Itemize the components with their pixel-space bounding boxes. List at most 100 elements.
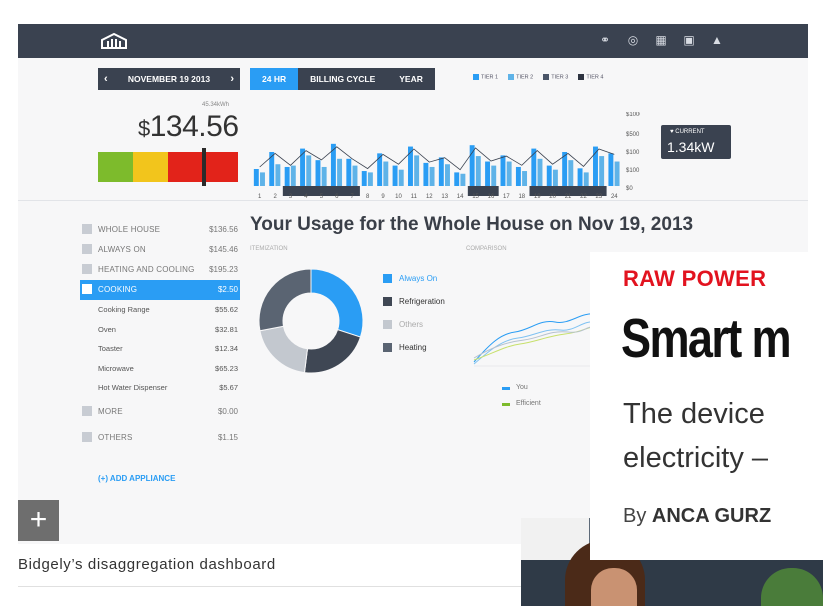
sidebar-subitem[interactable]: Toaster $12.34 bbox=[80, 339, 240, 359]
legend-item-efficient: Efficient bbox=[502, 400, 541, 416]
sidebar-item-heating-cooling[interactable]: HEATING AND COOLING $195.23 bbox=[80, 260, 240, 280]
y-tick-label: $1000 bbox=[626, 112, 640, 118]
current-usage-value: 1.34kW bbox=[667, 139, 715, 155]
range-tabs: 24 HR BILLING CYCLE YEAR bbox=[250, 68, 435, 90]
top-icons: ⚭ ◎ ▦ ▣ ▲ bbox=[598, 33, 724, 47]
legend-item-always-on[interactable]: Always On bbox=[383, 274, 445, 297]
comparison-line-chart bbox=[473, 313, 597, 367]
usage-bar bbox=[552, 169, 558, 186]
article-byline: By ANCA GURZ bbox=[623, 505, 772, 527]
sidebar-item-always-on[interactable]: ALWAYS ON $145.46 bbox=[80, 240, 240, 260]
usage-bar bbox=[337, 158, 343, 186]
cost-meter bbox=[98, 152, 238, 182]
y-tick-label: $100 bbox=[626, 168, 640, 174]
usage-bar bbox=[361, 171, 367, 186]
usage-bar bbox=[515, 166, 521, 186]
tier-legend: TIER 1 TIER 2 TIER 3 TIER 4 bbox=[473, 74, 604, 80]
next-date-button[interactable]: › bbox=[230, 68, 234, 90]
usage-bar bbox=[537, 158, 543, 186]
link-icon[interactable]: ⚭ bbox=[598, 33, 612, 47]
expand-image-button[interactable]: + bbox=[18, 500, 59, 541]
tier-legend-item: TIER 1 bbox=[473, 74, 498, 80]
globe-icon[interactable]: ◎ bbox=[626, 33, 640, 47]
usage-bar bbox=[377, 153, 383, 186]
tier-legend-item: TIER 4 bbox=[578, 74, 604, 80]
itemization-donut-chart[interactable] bbox=[256, 266, 366, 376]
usage-bar bbox=[445, 164, 450, 186]
sidebar-subitem[interactable]: Cooking Range $55.62 bbox=[80, 300, 240, 320]
usage-bar bbox=[423, 162, 429, 186]
sidebar-subitem[interactable]: Hot Water Dispenser $5.67 bbox=[80, 378, 240, 398]
usage-bar bbox=[275, 164, 281, 186]
cost-amount: $134.56 bbox=[138, 110, 239, 143]
article-card[interactable]: RAW POWER Smart m The device electricity… bbox=[590, 252, 823, 560]
usage-bar bbox=[306, 155, 312, 186]
usage-trend-line bbox=[259, 146, 615, 171]
legend-item-others[interactable]: Others bbox=[383, 320, 445, 343]
usage-bar bbox=[568, 160, 574, 186]
legend-item-heating[interactable]: Heating bbox=[383, 343, 445, 366]
y-tick-label: $100 bbox=[626, 150, 640, 156]
usage-bar bbox=[485, 161, 491, 186]
y-tick-label: $500 bbox=[626, 132, 640, 138]
usage-bar bbox=[491, 165, 497, 186]
usage-bar bbox=[614, 161, 620, 186]
usage-bar bbox=[260, 172, 265, 186]
itemization-label: ITEMIZATION bbox=[250, 246, 288, 252]
sidebar-item-whole-house[interactable]: WHOLE HOUSE $136.56 bbox=[80, 220, 240, 240]
legend-item-you: You bbox=[502, 384, 541, 400]
usage-bar bbox=[352, 165, 358, 186]
usage-bar bbox=[454, 172, 460, 186]
tab-24hr[interactable]: 24 HR bbox=[250, 68, 299, 90]
top-navigation-bar: ⚭ ◎ ▦ ▣ ▲ bbox=[18, 24, 808, 58]
sidebar-item-others[interactable]: OTHERS $1.15 bbox=[80, 428, 240, 448]
tier-legend-item: TIER 3 bbox=[543, 74, 568, 80]
usage-bar bbox=[522, 171, 528, 186]
tab-billing-cycle[interactable]: BILLING CYCLE bbox=[298, 68, 387, 90]
article-headline[interactable]: Smart m bbox=[621, 306, 792, 370]
article-dek: The device electricity – bbox=[623, 398, 769, 474]
usage-bar bbox=[608, 153, 614, 186]
sidebar-subitem[interactable]: Microwave $65.23 bbox=[80, 359, 240, 379]
comparison-legend: You Efficient bbox=[502, 384, 541, 416]
hourly-usage-chart[interactable]: 1 2 3 4 5 6 7 8 9 10 11 12 13 14 15 16 17 18 19 20 21 22 23 24$… bbox=[250, 112, 640, 202]
appliance-sidebar: WHOLE HOUSE $136.56 ALWAYS ON $145.46 HEAT… bbox=[80, 220, 240, 448]
legend-item-refrigeration[interactable]: Refrigeration bbox=[383, 297, 445, 320]
usage-bar bbox=[599, 156, 605, 186]
add-appliance-link[interactable]: (+) ADD APPLIANCE bbox=[98, 474, 175, 483]
tier-legend-item: TIER 2 bbox=[508, 74, 533, 80]
usage-bar bbox=[367, 172, 373, 186]
donut-slice bbox=[258, 268, 312, 332]
usage-bar bbox=[506, 161, 512, 186]
sidebar-subitem[interactable]: Oven $32.81 bbox=[80, 320, 240, 340]
y-tick-label: $0 bbox=[626, 186, 633, 192]
usage-bar bbox=[475, 156, 481, 186]
house-logo-icon[interactable] bbox=[100, 32, 128, 50]
usage-bar bbox=[438, 157, 444, 186]
usage-bar bbox=[315, 160, 321, 186]
user-icon[interactable]: ▲ bbox=[710, 33, 724, 47]
sidebar-item-more[interactable]: MORE $0.00 bbox=[80, 402, 240, 422]
usage-bar bbox=[392, 165, 398, 186]
usage-bar bbox=[414, 155, 420, 186]
usage-bar bbox=[284, 166, 290, 186]
date-navigator: ‹ NOVEMBER 19 2013 › bbox=[98, 68, 240, 90]
comparison-label: COMPARISON bbox=[466, 246, 507, 252]
current-date-label: NOVEMBER 19 2013 bbox=[127, 74, 211, 84]
article-kicker: RAW POWER bbox=[623, 266, 767, 291]
donut-legend: Always On Refrigeration Others Heating bbox=[383, 274, 445, 366]
sidebar-item-cooking[interactable]: COOKING $2.50 bbox=[80, 280, 240, 300]
usage-bar bbox=[546, 165, 552, 186]
kwh-total: 45.34kWh bbox=[202, 102, 230, 108]
tab-year[interactable]: YEAR bbox=[387, 68, 435, 90]
prev-date-button[interactable]: ‹ bbox=[104, 68, 108, 90]
save-icon[interactable]: ▣ bbox=[682, 33, 696, 47]
divider bbox=[18, 200, 808, 201]
usage-bar bbox=[500, 155, 506, 186]
image-caption: Bidgely’s disaggregation dashboard bbox=[18, 556, 276, 573]
calendar-icon[interactable]: ▦ bbox=[654, 33, 668, 47]
usage-bar bbox=[290, 165, 296, 186]
meter-needle bbox=[202, 148, 206, 186]
usage-bar bbox=[253, 169, 259, 186]
author-name[interactable]: ANCA GURZ bbox=[652, 505, 771, 527]
